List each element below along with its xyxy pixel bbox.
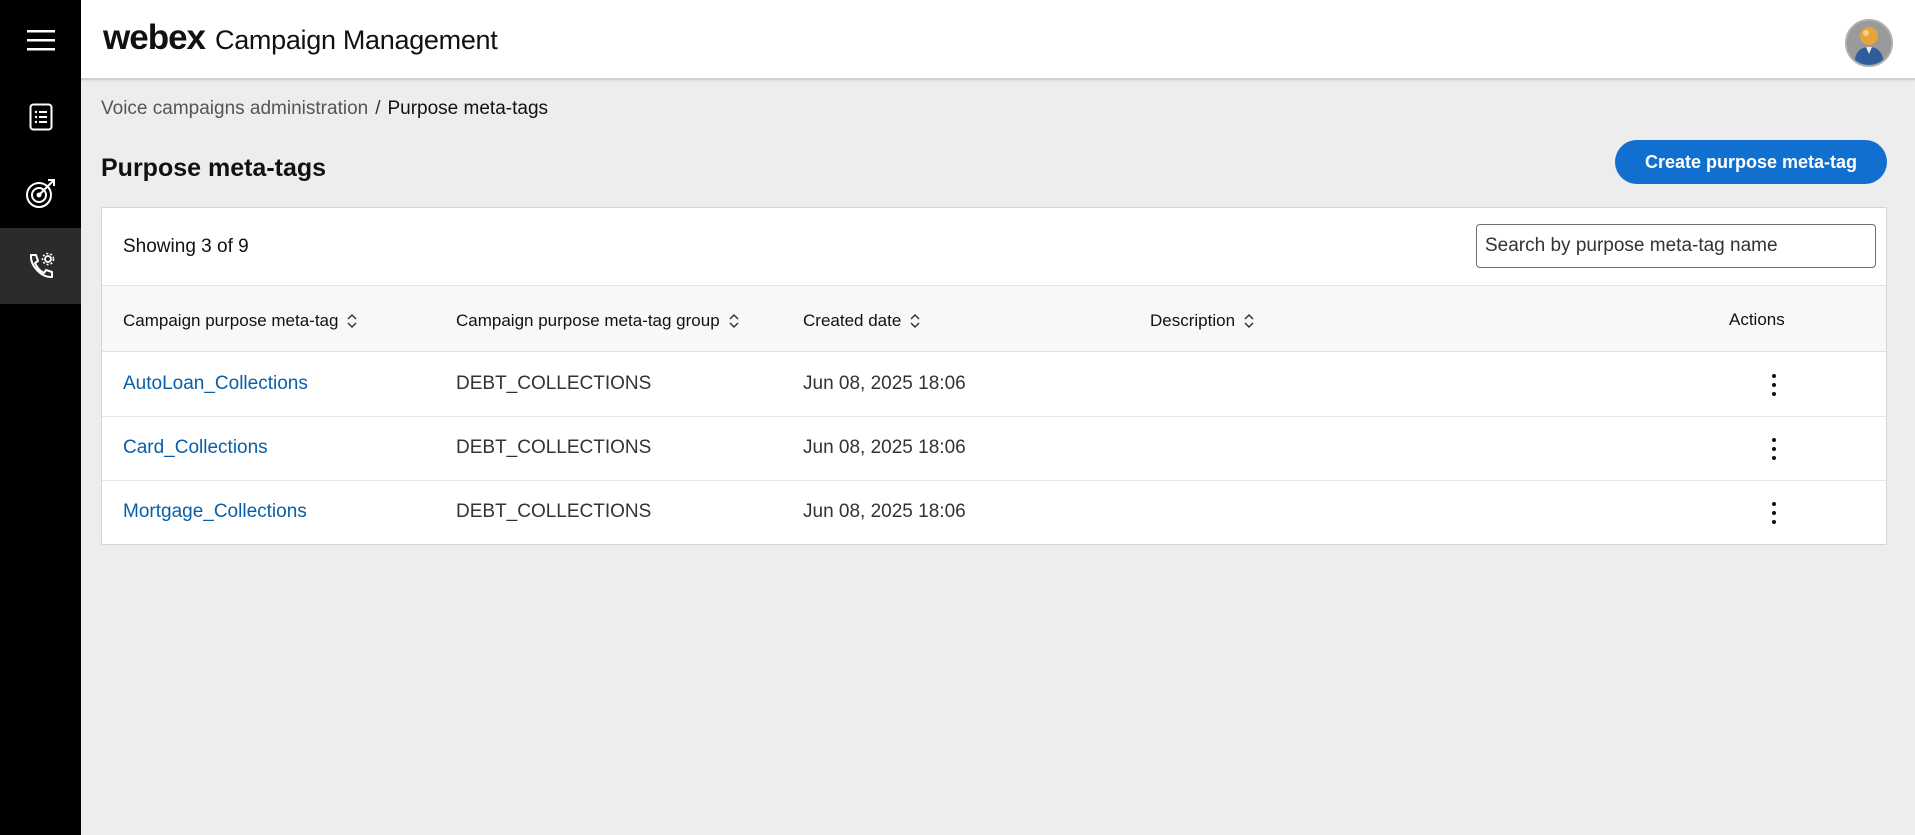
row-actions-kebab-icon[interactable]: [1762, 493, 1786, 533]
row-actions-kebab-icon[interactable]: [1762, 429, 1786, 469]
webex-logo: webex: [103, 18, 206, 57]
user-avatar-icon: [1847, 21, 1891, 65]
list-document-icon: [29, 103, 52, 131]
table-row: Card_Collections DEBT_COLLECTIONS Jun 08…: [102, 417, 1886, 481]
created-date: Jun 08, 2025 18:06: [803, 373, 966, 394]
sidebar-item-voice-admin[interactable]: [0, 228, 81, 304]
sidebar-item-targets[interactable]: [0, 155, 81, 231]
sidebar-item-campaigns[interactable]: [0, 79, 81, 155]
table-header: Campaign purpose meta-tag Campaign purpo…: [102, 285, 1886, 352]
sort-icon: [347, 313, 357, 329]
meta-tags-table-card: Showing 3 of 9 Campaign purpose meta-tag…: [101, 207, 1887, 545]
create-purpose-meta-tag-button[interactable]: Create purpose meta-tag: [1615, 140, 1887, 184]
showing-count: Showing 3 of 9: [123, 236, 249, 257]
column-header-created-date[interactable]: Created date: [803, 311, 921, 331]
brand: webex Campaign Management: [103, 18, 498, 58]
row-actions-kebab-icon[interactable]: [1762, 365, 1786, 405]
breadcrumb: Voice campaigns administration / Purpose…: [101, 98, 548, 120]
sort-icon: [910, 313, 920, 329]
created-date: Jun 08, 2025 18:06: [803, 437, 966, 458]
sort-icon: [1244, 313, 1254, 329]
column-header-actions: Actions: [1729, 310, 1785, 330]
app-title: Campaign Management: [215, 25, 498, 55]
top-header: webex Campaign Management: [81, 0, 1915, 80]
column-header-group[interactable]: Campaign purpose meta-tag group: [456, 311, 740, 331]
phone-settings-icon: [29, 252, 54, 279]
column-header-description[interactable]: Description: [1150, 311, 1255, 331]
meta-tag-link[interactable]: Card_Collections: [123, 437, 268, 459]
meta-tag-group: DEBT_COLLECTIONS: [456, 373, 652, 394]
target-icon: [25, 179, 55, 208]
meta-tag-link[interactable]: AutoLoan_Collections: [123, 373, 308, 395]
breadcrumb-link-voice-admin[interactable]: Voice campaigns administration: [101, 98, 368, 120]
page-title: Purpose meta-tags: [101, 154, 327, 182]
table-row: AutoLoan_Collections DEBT_COLLECTIONS Ju…: [102, 353, 1886, 417]
meta-tag-group: DEBT_COLLECTIONS: [456, 501, 652, 522]
column-header-label: Created date: [803, 311, 902, 330]
breadcrumb-separator: /: [375, 98, 381, 119]
column-header-label: Campaign purpose meta-tag: [123, 311, 339, 330]
created-date: Jun 08, 2025 18:06: [803, 501, 966, 522]
sidebar: [0, 0, 81, 835]
breadcrumb-current: Purpose meta-tags: [387, 98, 549, 119]
search-input[interactable]: [1476, 224, 1876, 268]
column-header-label: Campaign purpose meta-tag group: [456, 311, 720, 330]
user-avatar[interactable]: [1845, 19, 1893, 67]
sort-icon: [729, 313, 739, 329]
column-header-label: Description: [1150, 311, 1236, 330]
hamburger-menu-icon: [26, 30, 55, 51]
sidebar-menu-button[interactable]: [0, 2, 81, 78]
meta-tag-link[interactable]: Mortgage_Collections: [123, 501, 307, 523]
table-row: Mortgage_Collections DEBT_COLLECTIONS Ju…: [102, 481, 1886, 545]
column-header-meta-tag[interactable]: Campaign purpose meta-tag: [123, 311, 358, 331]
meta-tag-group: DEBT_COLLECTIONS: [456, 437, 652, 458]
column-header-label: Actions: [1729, 310, 1785, 329]
